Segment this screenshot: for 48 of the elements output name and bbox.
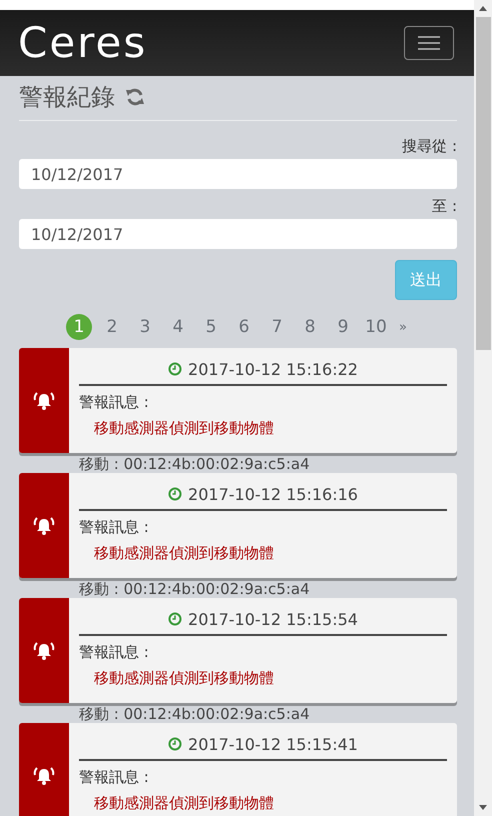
alert-message: 移動感測器偵測到移動物體	[93, 542, 275, 564]
bell-icon	[33, 516, 55, 536]
alert-label: 警報訊息 :	[79, 392, 150, 412]
alert-time: 2017-10-12 15:15:41	[188, 734, 358, 754]
alert-message: 移動感測器偵測到移動物體	[93, 792, 275, 814]
page-link[interactable]: 8	[297, 317, 323, 337]
alert-source: 移動 : 00:12:4b:00:02:9a:c5:a4	[78, 706, 311, 722]
alert-label: 警報訊息 :	[79, 766, 150, 788]
page-link[interactable]: 7	[264, 317, 290, 337]
scrollbar[interactable]	[474, 0, 492, 816]
page-link[interactable]: 5	[198, 317, 224, 337]
alert-time: 2017-10-12 15:16:16	[188, 484, 358, 504]
bell-icon	[33, 640, 55, 660]
alert-message: 移動感測器偵測到移動物體	[93, 668, 275, 688]
bell-icon	[33, 390, 55, 410]
page-link[interactable]: 6	[231, 317, 257, 337]
scroll-up-icon[interactable]	[478, 5, 488, 11]
alert-source: 移動 : 00:12:4b:00:02:9a:c5:a4	[78, 581, 311, 597]
clock-icon	[168, 487, 182, 501]
page-link[interactable]: 3	[132, 317, 158, 337]
page-link[interactable]: 2	[99, 317, 125, 337]
page-link[interactable]: 10	[363, 317, 389, 337]
clock-icon	[168, 362, 182, 376]
submit-button[interactable]: 送出	[395, 260, 457, 300]
page-link[interactable]: 1	[66, 314, 92, 340]
menu-icon	[418, 36, 440, 50]
clock-icon	[168, 612, 182, 626]
from-label: 搜尋從 :	[401, 136, 457, 157]
page-link[interactable]: 9	[330, 317, 356, 337]
menu-button[interactable]	[404, 26, 454, 60]
from-date-field[interactable]: 10/12/2017	[19, 159, 457, 189]
bell-icon	[33, 766, 55, 786]
logo: Ceres	[18, 22, 148, 64]
refresh-icon[interactable]	[125, 87, 145, 107]
alert-label: 警報訊息 :	[79, 516, 150, 538]
alert-time: 2017-10-12 15:15:54	[188, 610, 358, 628]
to-date-field[interactable]: 10/12/2017	[19, 219, 457, 249]
next-page-link[interactable]: »	[396, 320, 410, 334]
alert-label: 警報訊息 :	[79, 642, 150, 662]
alert-message: 移動感測器偵測到移動物體	[93, 418, 275, 438]
page-title: 警報紀錄	[19, 82, 115, 113]
scrollbar-thumb[interactable]	[476, 17, 490, 350]
clock-icon	[168, 737, 182, 751]
scroll-down-icon[interactable]	[478, 805, 488, 811]
page-link[interactable]: 4	[165, 317, 191, 337]
alert-time: 2017-10-12 15:16:22	[188, 360, 358, 378]
alert-source: 移動 : 00:12:4b:00:02:9a:c5:a4	[78, 456, 311, 472]
to-label: 至 :	[431, 196, 457, 217]
